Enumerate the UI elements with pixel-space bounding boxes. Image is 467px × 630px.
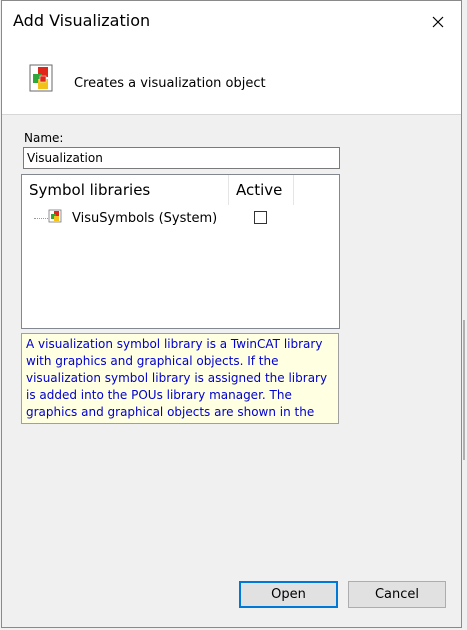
- column-header-active[interactable]: Active: [229, 175, 294, 205]
- name-label: Name:: [24, 131, 64, 145]
- list-item[interactable]: VisuSymbols (System): [22, 206, 339, 230]
- background-window-edge: [463, 320, 465, 460]
- library-name: VisuSymbols (System): [72, 211, 218, 226]
- dialog-header: Creates a visualization object: [2, 42, 461, 115]
- dialog-title: Add Visualization: [13, 11, 151, 30]
- symbol-library-icon: [48, 209, 62, 223]
- open-button[interactable]: Open: [239, 581, 338, 608]
- column-header-symbol-libraries[interactable]: Symbol libraries: [22, 175, 229, 205]
- close-icon: [432, 16, 444, 27]
- title-bar: Add Visualization: [2, 1, 461, 42]
- close-button[interactable]: [415, 1, 461, 42]
- active-checkbox[interactable]: [254, 211, 267, 224]
- add-visualization-dialog: Add Visualization Creates a visualizatio…: [1, 0, 462, 628]
- name-input[interactable]: [23, 147, 340, 169]
- description-box: A visualization symbol library is a Twin…: [21, 333, 339, 424]
- tree-connector: [34, 218, 48, 219]
- dialog-subtitle: Creates a visualization object: [74, 76, 266, 91]
- visualization-icon: [29, 64, 53, 92]
- symbol-libraries-list[interactable]: Symbol libraries Active VisuSymbols (Sys…: [21, 174, 340, 329]
- cancel-button[interactable]: Cancel: [348, 581, 446, 608]
